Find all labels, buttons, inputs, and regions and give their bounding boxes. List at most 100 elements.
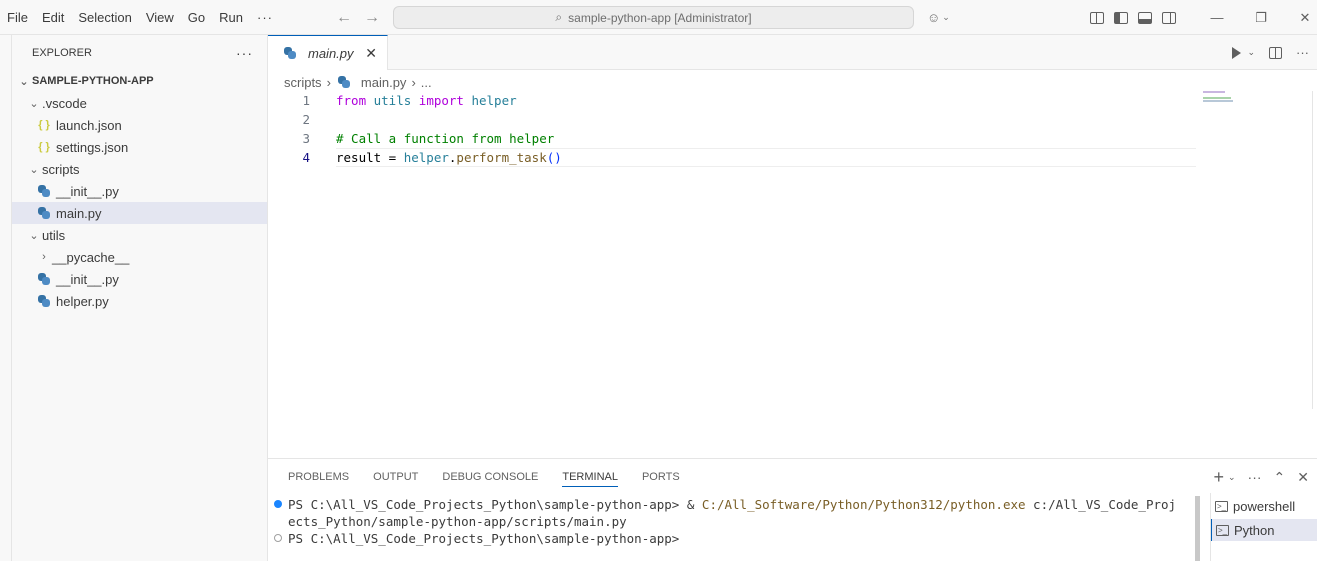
activity-bar — [0, 35, 12, 561]
tree-item-label: launch.json — [56, 117, 122, 133]
toggle-secondary-sidebar-icon[interactable] — [1162, 11, 1176, 24]
terminal-item-powershell[interactable]: >_ powershell — [1211, 495, 1317, 517]
tree-file-launch-json[interactable]: { } launch.json — [12, 114, 267, 136]
chevron-down-icon: ⌄ — [29, 229, 39, 242]
tree-folder-pycache[interactable]: › __pycache__ — [12, 246, 267, 268]
minimap[interactable] — [1203, 91, 1237, 102]
explorer-sidebar: EXPLORER ··· ⌄ SAMPLE-PYTHON-APP ⌄ .vsco… — [12, 35, 268, 561]
tree-item-label: scripts — [42, 161, 80, 177]
minimize-icon[interactable]: — — [1195, 10, 1239, 25]
explorer-title: EXPLORER — [32, 46, 92, 59]
breadcrumb: scripts › main.py › ... — [284, 72, 432, 92]
menu-run[interactable]: Run — [212, 0, 250, 35]
tree-folder-vscode[interactable]: ⌄ .vscode — [12, 92, 267, 114]
breadcrumb-scripts[interactable]: scripts — [284, 75, 322, 90]
chevron-down-icon: ⌄ — [29, 163, 39, 176]
new-terminal-icon[interactable]: + — [1213, 467, 1224, 488]
close-icon[interactable]: ✕ — [365, 45, 377, 62]
back-arrow-icon[interactable]: ← — [336, 9, 352, 27]
tree-folder-scripts[interactable]: ⌄ scripts — [12, 158, 267, 180]
breadcrumb-symbols[interactable]: ... — [421, 75, 432, 90]
forward-arrow-icon[interactable]: → — [364, 9, 380, 27]
chevron-down-icon: ⌄ — [942, 12, 950, 22]
restore-icon[interactable]: ❐ — [1239, 10, 1283, 26]
command-center[interactable]: ⌕ sample-python-app [Administrator] — [393, 6, 914, 29]
terminal-scrollbar[interactable] — [1195, 496, 1200, 561]
search-icon: ⌕ — [555, 10, 563, 24]
command-success-icon — [274, 500, 282, 508]
maximize-panel-icon[interactable]: ⌃ — [1274, 469, 1286, 486]
tree-file-scripts-init[interactable]: __init__.py — [12, 180, 267, 202]
tab-terminal[interactable]: TERMINAL — [562, 471, 618, 487]
explorer-header: EXPLORER ··· — [12, 35, 267, 70]
play-icon — [1232, 46, 1242, 59]
tree-folder-utils[interactable]: ⌄ utils — [12, 224, 267, 246]
toggle-primary-sidebar-icon[interactable] — [1114, 11, 1128, 24]
command-center-text: sample-python-app [Administrator] — [568, 10, 752, 25]
python-file-icon — [38, 273, 50, 285]
terminal-output[interactable]: PS C:\All_VS_Code_Projects_Python\sample… — [274, 496, 1194, 547]
tree-item-label: __init__.py — [56, 183, 119, 199]
menu-more-button[interactable]: ··· — [250, 0, 280, 35]
python-file-icon — [284, 47, 296, 59]
tree-item-label: .vscode — [42, 95, 87, 111]
explorer-more-button[interactable]: ··· — [236, 45, 253, 61]
line-number: 4 — [302, 150, 310, 165]
toggle-panel-icon[interactable] — [1138, 11, 1152, 24]
tree-file-utils-init[interactable]: __init__.py — [12, 268, 267, 290]
code-text: from utils import helper — [336, 93, 517, 108]
file-tree: ⌄ SAMPLE-PYTHON-APP ⌄ .vscode { } launch… — [12, 70, 267, 312]
title-bar: File Edit Selection View Go Run ··· ← → … — [0, 0, 1317, 35]
menu-edit[interactable]: Edit — [35, 0, 71, 35]
menu-go[interactable]: Go — [181, 0, 212, 35]
panel-actions: + ⌄ ··· ⌃ ✕ — [1213, 459, 1309, 495]
chevron-down-icon: ⌄ — [1247, 47, 1255, 57]
tab-main-py[interactable]: main.py ✕ — [268, 35, 388, 70]
customize-layout-icon[interactable] — [1090, 11, 1104, 24]
python-file-icon — [38, 207, 50, 219]
editor-scrollbar[interactable] — [1312, 91, 1317, 409]
chevron-down-icon[interactable]: ⌄ — [1228, 472, 1236, 483]
tree-root-label: SAMPLE-PYTHON-APP — [32, 75, 154, 87]
editor-actions: ⌄ ··· — [1232, 35, 1309, 70]
terminal-line: PS C:\All_VS_Code_Projects_Python\sample… — [274, 530, 1194, 547]
close-panel-icon[interactable]: ✕ — [1297, 469, 1309, 486]
terminal-icon: >_ — [1215, 500, 1228, 512]
split-editor-icon[interactable] — [1269, 46, 1282, 59]
menu-selection[interactable]: Selection — [71, 0, 138, 35]
panel-tabs: PROBLEMS OUTPUT DEBUG CONSOLE TERMINAL P… — [288, 459, 680, 495]
more-actions-icon[interactable]: ··· — [1296, 45, 1309, 60]
tree-root-folder[interactable]: ⌄ SAMPLE-PYTHON-APP — [12, 70, 267, 92]
line-number: 3 — [302, 131, 310, 146]
line-number: 1 — [302, 93, 310, 108]
tree-item-label: __init__.py — [56, 271, 119, 287]
window-controls: — ❐ ✕ — [1195, 0, 1317, 35]
close-window-icon[interactable]: ✕ — [1283, 10, 1317, 26]
bottom-panel: PROBLEMS OUTPUT DEBUG CONSOLE TERMINAL P… — [268, 458, 1317, 561]
more-actions-icon[interactable]: ··· — [1248, 469, 1262, 485]
chevron-down-icon: ⌄ — [19, 75, 29, 88]
line-number: 2 — [302, 112, 310, 127]
menu-view[interactable]: View — [139, 0, 181, 35]
code-text: # Call a function from helper — [336, 131, 555, 146]
copilot-button[interactable]: ☺ ⌄ — [927, 0, 950, 35]
tab-output[interactable]: OUTPUT — [373, 471, 418, 483]
terminal-item-python[interactable]: >_ Python — [1211, 519, 1317, 541]
tree-item-label: utils — [42, 227, 66, 243]
code-editor[interactable]: 1 from utils import helper 2 3 # Call a … — [268, 91, 1317, 167]
chevron-right-icon: › — [326, 74, 331, 90]
tree-file-main-py[interactable]: main.py — [12, 202, 267, 224]
tab-debug-console[interactable]: DEBUG CONSOLE — [442, 471, 538, 483]
tree-file-settings-json[interactable]: { } settings.json — [12, 136, 267, 158]
breadcrumb-main-py[interactable]: main.py — [361, 75, 407, 90]
code-line: 4 result = helper.perform_task() — [268, 148, 1317, 167]
run-python-button[interactable]: ⌄ — [1232, 46, 1255, 59]
tab-problems[interactable]: PROBLEMS — [288, 471, 349, 483]
menu-file[interactable]: File — [0, 0, 35, 35]
tree-file-helper-py[interactable]: helper.py — [12, 290, 267, 312]
tree-item-label: settings.json — [56, 139, 129, 155]
code-text: result = helper.perform_task() — [336, 150, 562, 165]
chevron-right-icon: › — [411, 74, 416, 90]
tab-ports[interactable]: PORTS — [642, 471, 680, 483]
